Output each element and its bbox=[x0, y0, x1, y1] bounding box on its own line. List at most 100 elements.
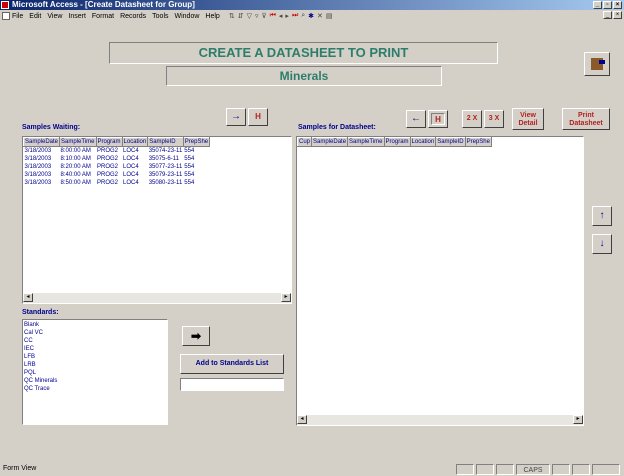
table-cell: LOC4 bbox=[123, 155, 139, 162]
window-title: Microsoft Access - [Create Datasheet for… bbox=[12, 0, 195, 9]
scroll-right-icon[interactable]: ▸ bbox=[281, 293, 291, 302]
samples-for-datasheet-list[interactable]: Cup SampleDate SampleTime Program Location Sa… bbox=[296, 136, 584, 426]
move-left-button[interactable]: ← bbox=[406, 110, 426, 128]
add-to-standards-button[interactable]: Add to Standards List bbox=[180, 354, 284, 374]
column-header[interactable]: Location bbox=[409, 137, 437, 147]
samples-for-datasheet-table: Cup SampleDate SampleTime Program Location Sa… bbox=[297, 137, 492, 147]
list-item[interactable]: QC Minerals bbox=[23, 377, 167, 385]
menu-view[interactable]: View bbox=[47, 13, 62, 20]
samples-for-datasheet-label: Samples for Datasheet: bbox=[298, 124, 376, 131]
apply-filter-icon[interactable]: ⊽ bbox=[261, 12, 266, 20]
mdi-close-button[interactable]: × bbox=[613, 11, 622, 19]
column-header[interactable]: PrepShe bbox=[182, 137, 211, 147]
column-header[interactable]: Program bbox=[95, 137, 123, 147]
table-cell: LOC4 bbox=[123, 147, 139, 154]
two-x-button[interactable]: 2 X bbox=[462, 110, 482, 128]
menu-help[interactable]: Help bbox=[205, 13, 219, 20]
menu-records[interactable]: Records bbox=[120, 13, 146, 20]
status-pane-1 bbox=[456, 464, 474, 475]
status-text: Form View bbox=[3, 465, 37, 472]
scroll-left-icon[interactable]: ◂ bbox=[23, 293, 33, 302]
table-row[interactable]: 3/18/2003 8:20:00 AM PROG2 LOC4 35077-23-11 5… bbox=[24, 163, 210, 171]
list-item[interactable]: Blank bbox=[23, 321, 167, 329]
list-item[interactable]: PQL bbox=[23, 369, 167, 377]
list-item[interactable]: Cal VC bbox=[23, 329, 167, 337]
prev-record-icon[interactable]: ◂ bbox=[279, 12, 283, 20]
sort-descending-icon[interactable]: ⇵ bbox=[238, 12, 244, 20]
add-standard-arrow-button[interactable]: ➡ bbox=[182, 326, 210, 346]
filter-icon[interactable]: ▽ bbox=[247, 12, 252, 20]
list-item[interactable]: CC bbox=[23, 337, 167, 345]
table-row[interactable]: 3/18/2003 8:40:00 AM PROG2 LOC4 35079-23-11 5… bbox=[24, 171, 210, 179]
column-header[interactable]: Cup bbox=[297, 137, 313, 147]
table-row[interactable]: 3/18/2003 8:10:00 AM PROG2 LOC4 35075-6-11 55… bbox=[24, 155, 210, 163]
move-down-button[interactable]: ↓ bbox=[592, 234, 612, 254]
menu-tools[interactable]: Tools bbox=[152, 13, 168, 20]
view-detail-button[interactable]: View Detail bbox=[512, 108, 544, 130]
column-header[interactable]: Program bbox=[383, 137, 411, 147]
menu-window[interactable]: Window bbox=[175, 13, 200, 20]
new-record-icon[interactable]: ✱ bbox=[308, 12, 314, 20]
table-cell: 3/18/2003 bbox=[24, 163, 52, 170]
restore-button[interactable]: ▫ bbox=[603, 1, 612, 9]
status-pane-3 bbox=[496, 464, 514, 475]
column-header[interactable]: SampleTime bbox=[347, 137, 385, 147]
list-item[interactable]: IEC bbox=[23, 345, 167, 353]
column-header[interactable]: SampleID bbox=[147, 137, 184, 147]
standards-list[interactable]: Blank Cal VC CC IEC LFB LRB PQL QC Minerals QC T… bbox=[22, 319, 168, 425]
first-record-icon[interactable]: ⏮ bbox=[270, 12, 276, 20]
column-header[interactable]: SampleTime bbox=[59, 137, 97, 147]
status-pane-5 bbox=[552, 464, 570, 475]
print-datasheet-button[interactable]: Print Datasheet bbox=[562, 108, 610, 130]
list-item[interactable]: LFB bbox=[23, 353, 167, 361]
menu-edit[interactable]: Edit bbox=[29, 13, 41, 20]
page-subtitle: Minerals bbox=[166, 66, 442, 86]
form-doc-icon[interactable] bbox=[2, 12, 10, 20]
exit-button[interactable] bbox=[584, 52, 610, 76]
last-record-icon[interactable]: ⏭ bbox=[292, 12, 298, 20]
samples-waiting-list[interactable]: SampleDate SampleTime Program Location Sampl… bbox=[22, 136, 292, 304]
new-standard-input[interactable] bbox=[180, 378, 284, 391]
database-window-icon[interactable]: ▤ bbox=[326, 12, 333, 20]
list-item[interactable]: QC Trace bbox=[23, 385, 167, 393]
move-right-button[interactable]: → bbox=[226, 108, 246, 126]
menu-file[interactable]: File bbox=[12, 13, 23, 20]
table-cell: PROG2 bbox=[97, 147, 119, 154]
table-cell: LOC4 bbox=[123, 171, 139, 178]
mdi-minimize-button[interactable]: _ bbox=[603, 11, 612, 19]
scroll-right-icon[interactable]: ▸ bbox=[573, 415, 583, 424]
door-exit-icon bbox=[591, 58, 605, 70]
filter-by-form-icon[interactable]: ▿ bbox=[255, 12, 259, 20]
column-header[interactable]: SampleID bbox=[435, 137, 466, 147]
table-row[interactable]: 3/18/2003 8:50:00 AM PROG2 LOC4 35080-23-11 5… bbox=[24, 179, 210, 187]
minimize-button[interactable]: _ bbox=[593, 1, 602, 9]
sort-ascending-icon[interactable]: ⇅ bbox=[229, 12, 235, 20]
close-button[interactable]: × bbox=[613, 1, 622, 9]
column-header[interactable]: SampleDate bbox=[311, 137, 349, 147]
table-cell: 8:10:00 AM bbox=[60, 155, 91, 162]
table-cell: 554 bbox=[184, 155, 195, 162]
menu-format[interactable]: Format bbox=[92, 13, 114, 20]
table-cell: 554 bbox=[184, 171, 195, 178]
samples-waiting-table: SampleDate SampleTime Program Location Sampl… bbox=[23, 137, 211, 187]
move-all-right-button[interactable]: H bbox=[248, 108, 268, 126]
move-all-left-label: H bbox=[431, 113, 445, 125]
list-item[interactable]: LRB bbox=[23, 361, 167, 369]
delete-record-icon[interactable]: ✕ bbox=[317, 12, 323, 20]
table-cell: 8:40:00 AM bbox=[60, 171, 91, 178]
move-up-button[interactable]: ↑ bbox=[592, 206, 612, 226]
move-all-left-button[interactable]: H bbox=[428, 110, 448, 128]
three-x-button[interactable]: 3 X bbox=[484, 110, 504, 128]
menu-insert[interactable]: Insert bbox=[68, 13, 86, 20]
window-title-bar: Microsoft Access - [Create Datasheet for… bbox=[0, 0, 624, 10]
find-icon[interactable]: ⌕ bbox=[301, 12, 305, 20]
column-header[interactable]: Location bbox=[121, 137, 149, 147]
next-record-icon[interactable]: ▸ bbox=[285, 12, 289, 20]
datasheet-hscroll[interactable]: ◂ ▸ bbox=[297, 415, 583, 425]
scroll-left-icon[interactable]: ◂ bbox=[297, 415, 307, 424]
table-cell: PROG2 bbox=[97, 155, 119, 162]
table-row[interactable]: 3/18/2003 8:00:00 AM PROG2 LOC4 35074-23-11 5… bbox=[24, 147, 210, 155]
column-header[interactable]: SampleDate bbox=[23, 137, 61, 147]
column-header[interactable]: PrepShe bbox=[464, 137, 492, 147]
waiting-hscroll[interactable]: ◂ ▸ bbox=[23, 293, 291, 303]
